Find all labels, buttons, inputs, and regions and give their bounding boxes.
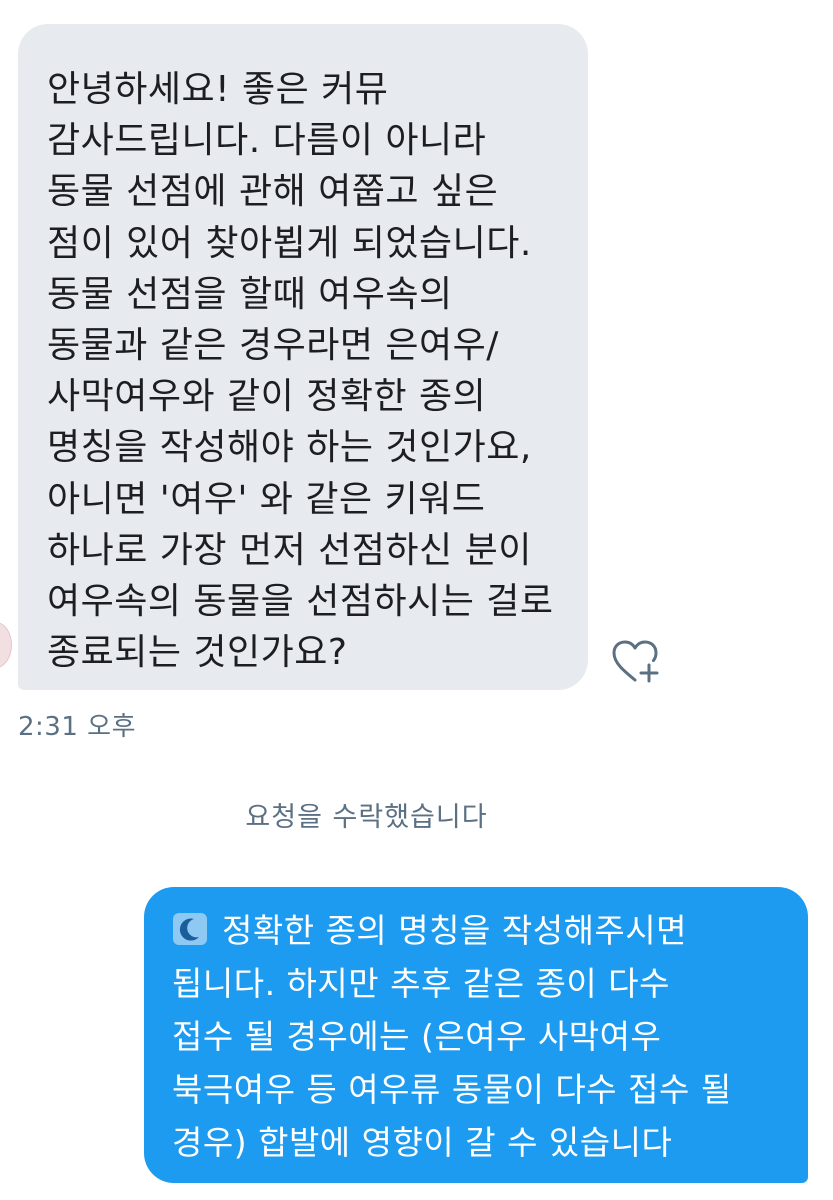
- sent-message-line: 경우) 합발에 영향이 갈 수 있습니다: [172, 1123, 673, 1162]
- received-message-line: 안녕하세요! 좋은 커뮤: [47, 69, 389, 110]
- received-message-line: 동물과 같은 경우라면 은여우/: [47, 325, 499, 367]
- received-message-bubble[interactable]: 안녕하세요! 좋은 커뮤 감사드립니다. 다름이 아니라 동물 선점에 관해 여…: [18, 24, 588, 690]
- request-accepted-notice: 요청을 수락했습니다: [245, 802, 488, 833]
- received-message-line: 사막여우와 같이 정확한 종의: [47, 376, 487, 418]
- received-message-line: 여우속의 동물을 선점하시는 걸로: [47, 581, 554, 623]
- sent-message-line: 북극여우 등 여우류 동물이 다수 접수 될: [172, 1070, 732, 1109]
- received-message-line: 감사드립니다. 다름이 아니라: [47, 120, 487, 162]
- received-message-line: 하나로 가장 먼저 선점하신 분이: [47, 529, 532, 571]
- sent-message-line: 접수 될 경우에는 (은여우 사막여우: [172, 1017, 662, 1056]
- sender-avatar[interactable]: [0, 622, 12, 668]
- heart-plus-icon[interactable]: [608, 636, 662, 690]
- received-message-line: 종료되는 것인가요?: [47, 632, 348, 674]
- crescent-moon-icon: [172, 908, 208, 945]
- sent-message-line: 됩니다. 하지만 추후 같은 종이 다수: [172, 964, 670, 1003]
- received-message-line: 동물 선점을 할때 여우속의: [47, 273, 453, 315]
- sent-message-text: 정확한 종의 명칭을 작성해주시면: [222, 911, 688, 950]
- received-message-line: 점이 있어 찾아뵙게 되었습니다.: [47, 222, 532, 264]
- received-message-line: 동물 선점에 관해 여쭙고 싶은: [47, 171, 499, 213]
- received-message-line: 명칭을 작성해야 하는 것인가요,: [47, 427, 532, 469]
- heart-plus-svg: [612, 640, 659, 683]
- sent-message-bubble[interactable]: 정확한 종의 명칭을 작성해주시면 됩니다. 하지만 추후 같은 종이 다수 접…: [144, 887, 808, 1183]
- message-timestamp: 2:31 오후: [18, 712, 136, 742]
- received-message-line: 아니면 '여우' 와 같은 키워드: [47, 478, 486, 520]
- sent-message-line: 정확한 종의 명칭을 작성해주시면: [172, 904, 798, 957]
